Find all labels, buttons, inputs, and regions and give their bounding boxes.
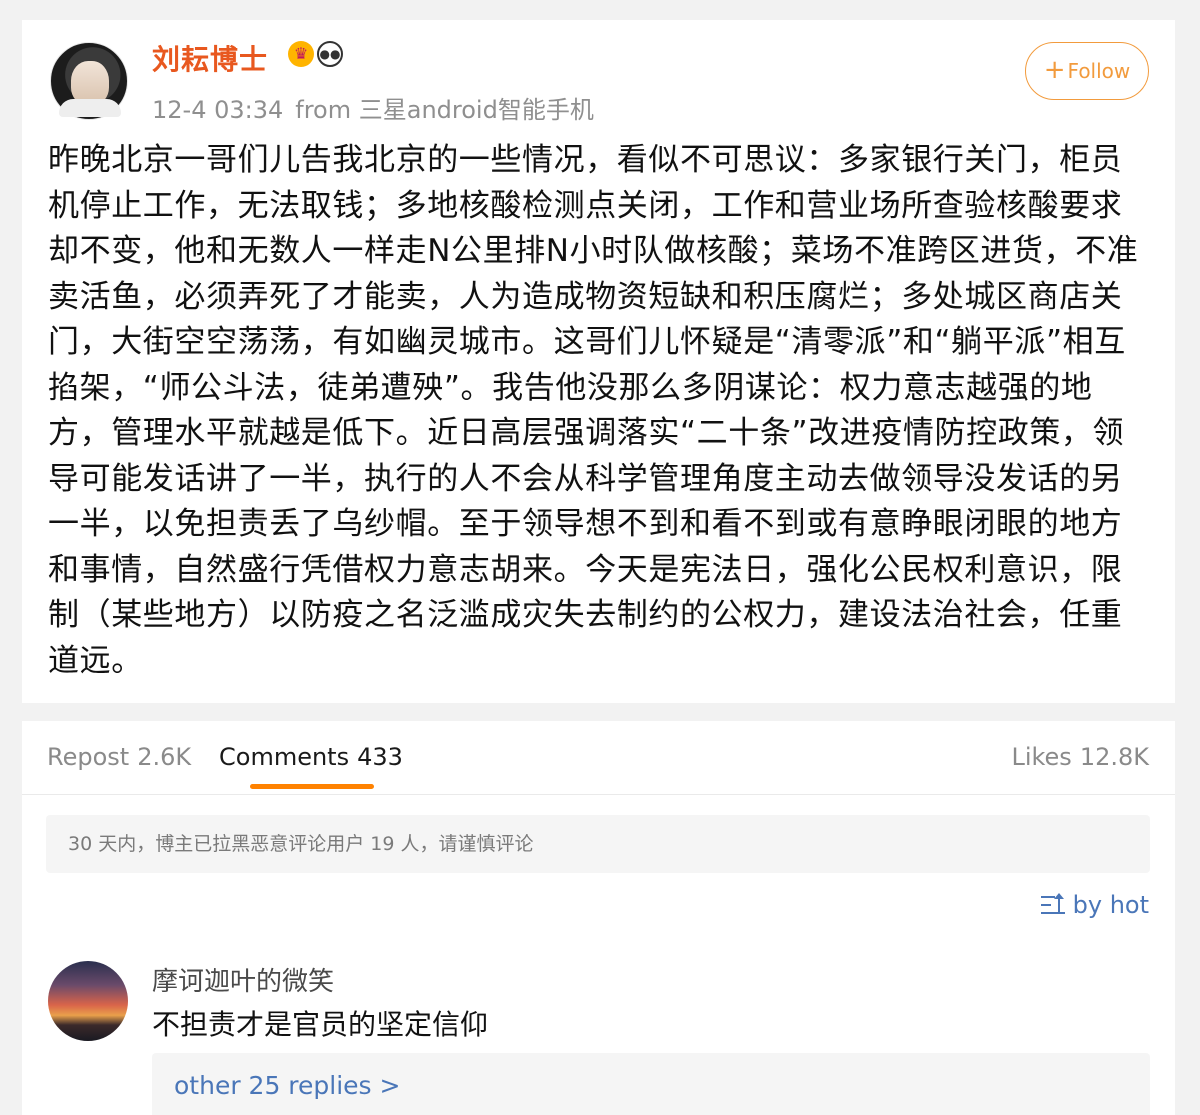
comment-notice: 30 天内，博主已拉黑恶意评论用户 19 人，请谨慎评论 bbox=[46, 815, 1150, 873]
commenter-avatar[interactable] bbox=[48, 961, 128, 1041]
author-name[interactable]: 刘耘博士 bbox=[152, 38, 268, 78]
panda-badge-icon: ●● bbox=[317, 41, 343, 67]
post-source: from 三星android智能手机 bbox=[295, 96, 594, 124]
tab-likes-count: 12.8K bbox=[1079, 743, 1149, 771]
post-text: 昨晚北京一哥们儿告我北京的一些情况，看似不可思议：多家银行关门，柜员机停止工作，… bbox=[48, 142, 1139, 679]
tab-comments-label: Comments bbox=[219, 743, 350, 771]
sort-label: by hot bbox=[1072, 891, 1149, 919]
tab-repost-label: Repost bbox=[47, 743, 130, 771]
follow-label: Follow bbox=[1067, 59, 1131, 83]
tab-likes-label: Likes bbox=[1011, 743, 1072, 771]
sort-icon bbox=[1040, 893, 1065, 916]
tab-comments-count: 433 bbox=[357, 743, 403, 771]
post-meta: 12-4 03:34 from 三星android智能手机 bbox=[152, 90, 594, 125]
sort-button[interactable]: by hot bbox=[1040, 891, 1149, 919]
plus-icon: + bbox=[1043, 55, 1066, 85]
comments-card: Repost 2.6K Comments 433 Likes 12.8K 30 天内，… bbox=[22, 721, 1175, 1115]
active-tab-indicator bbox=[250, 784, 374, 789]
tab-comments[interactable]: Comments 433 bbox=[219, 743, 403, 771]
commenter-name[interactable]: 摩诃迦叶的微笑 bbox=[152, 961, 334, 998]
tab-repost-count: 2.6K bbox=[137, 743, 192, 771]
follow-button[interactable]: + Follow bbox=[1025, 42, 1149, 100]
comment-text: 不担责才是官员的坚定信仰 bbox=[152, 1008, 489, 1041]
more-replies-link[interactable]: other 25 replies > bbox=[174, 1071, 400, 1100]
post-card: 刘耘博士 ♛ ●● 12-4 03:34 from 三星android智能手机 +… bbox=[22, 20, 1175, 703]
replies-box: other 25 replies > bbox=[152, 1053, 1150, 1115]
author-badges: ♛ ●● bbox=[288, 41, 343, 67]
tab-repost[interactable]: Repost 2.6K bbox=[47, 743, 191, 771]
avatar-shirt bbox=[59, 99, 121, 117]
tab-likes[interactable]: Likes 12.8K bbox=[1011, 743, 1149, 771]
interaction-tabs: Repost 2.6K Comments 433 Likes 12.8K bbox=[22, 721, 1175, 795]
author-avatar[interactable] bbox=[50, 42, 128, 120]
crown-badge-icon: ♛ bbox=[288, 41, 314, 67]
post-time: 12-4 03:34 bbox=[152, 96, 284, 124]
